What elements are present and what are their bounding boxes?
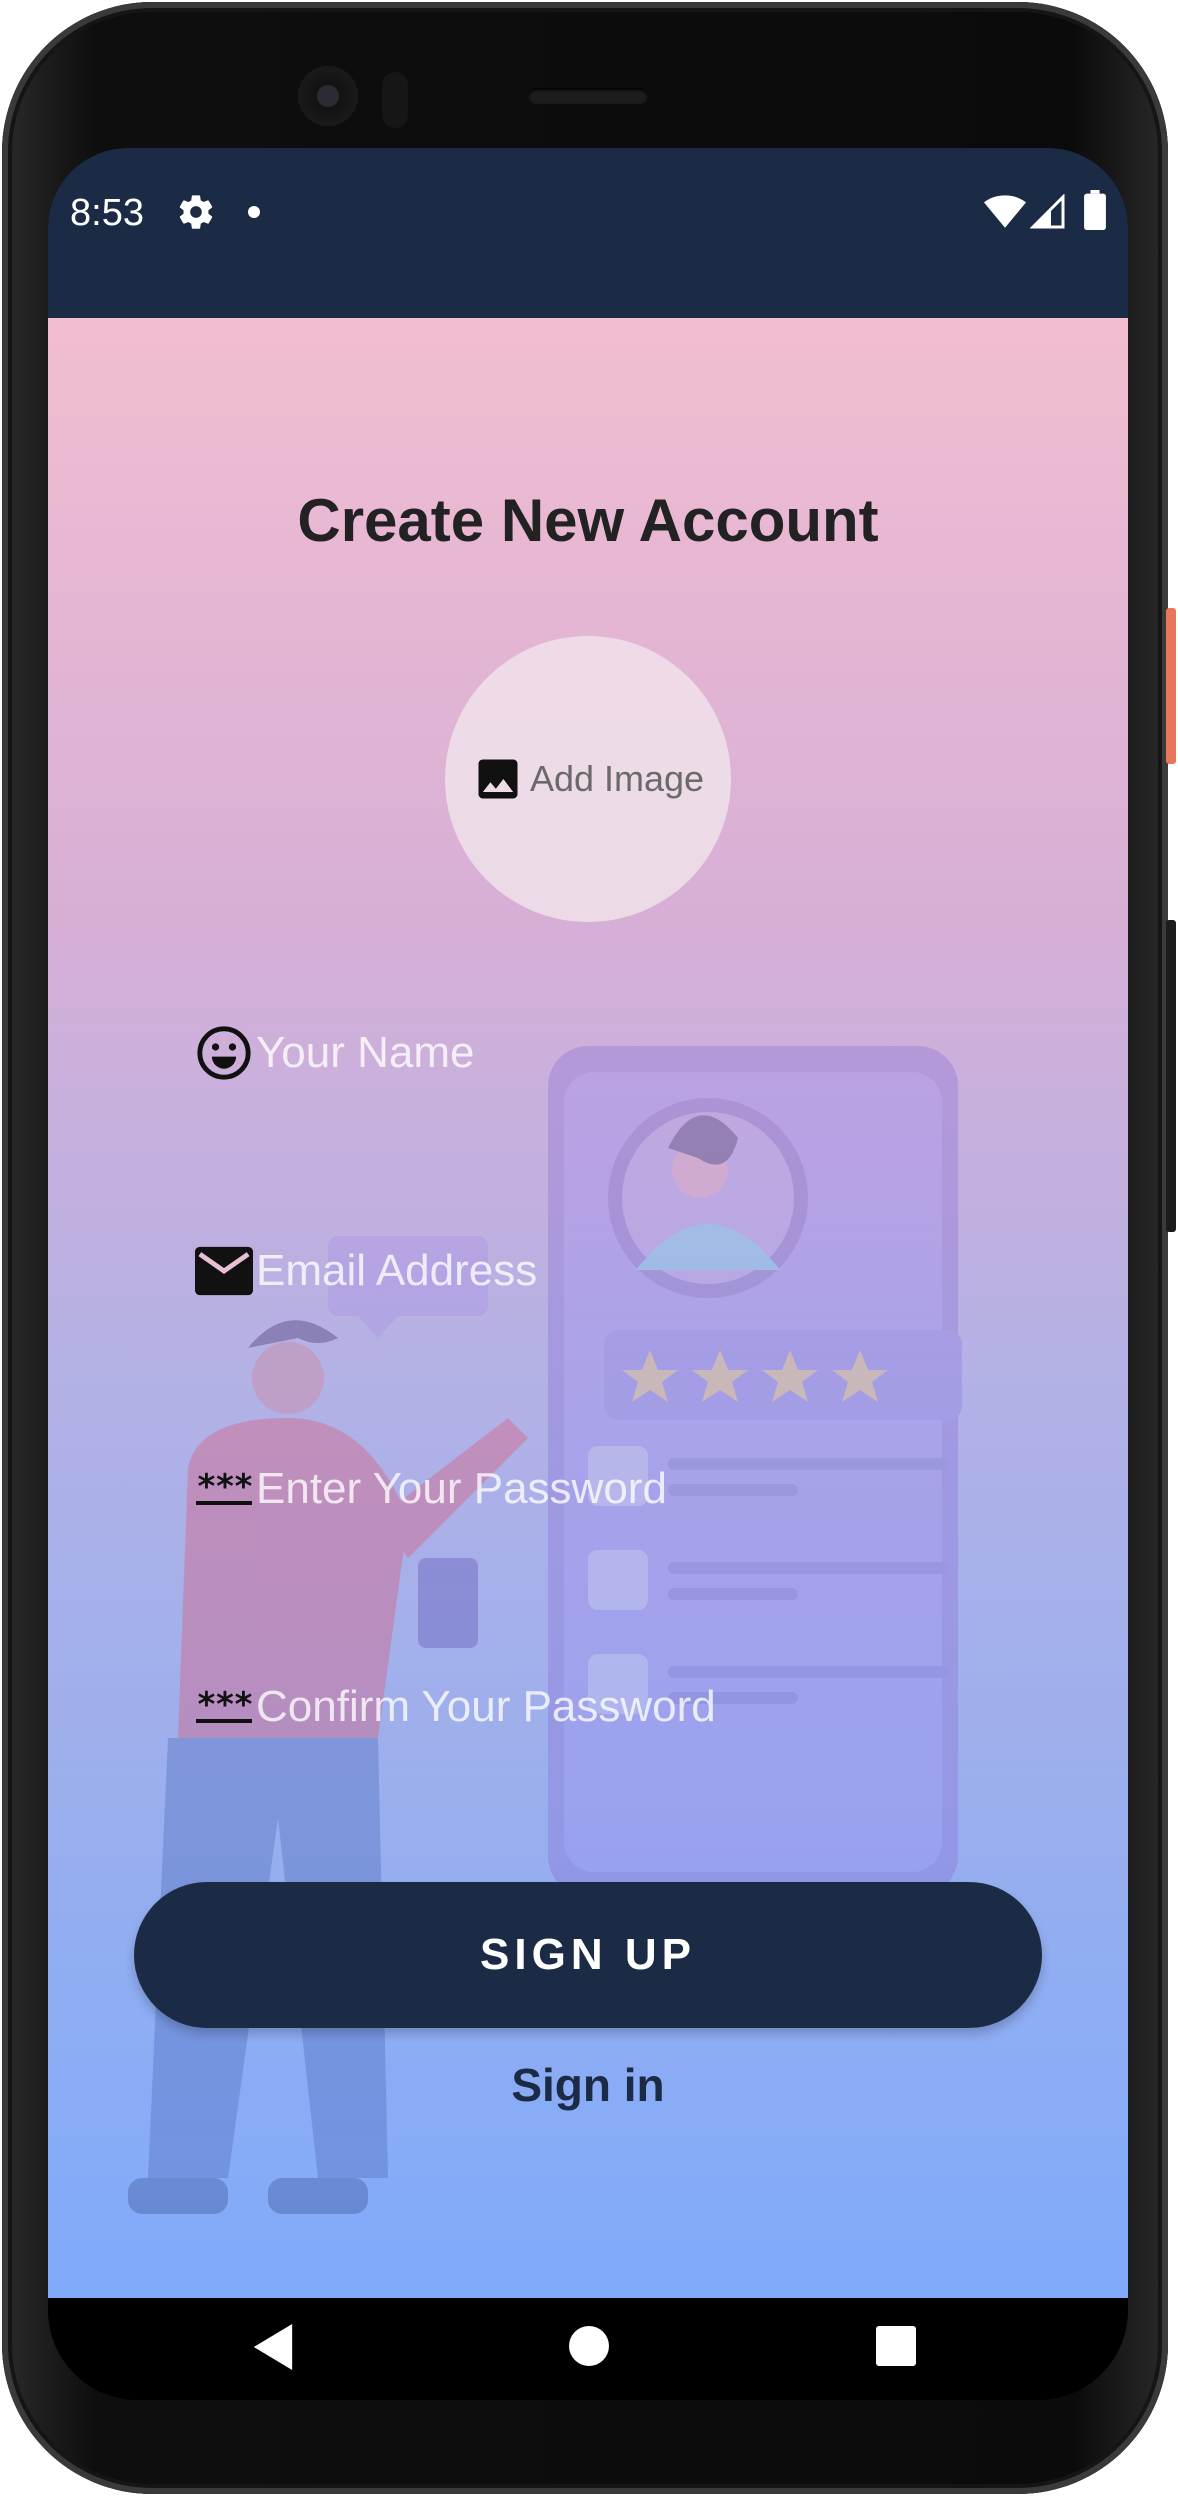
sign-up-button[interactable]: SIGN UP xyxy=(134,1882,1042,2028)
page-title: Create New Account xyxy=(297,487,879,554)
home-icon[interactable] xyxy=(569,2326,609,2366)
password-icon: *** xyxy=(194,1677,254,1737)
gear-icon xyxy=(179,195,213,229)
name-input[interactable] xyxy=(254,1028,936,1078)
add-image-button[interactable]: Add Image xyxy=(445,636,731,922)
image-icon xyxy=(478,759,518,799)
front-camera xyxy=(298,66,358,126)
confirm-password-input[interactable] xyxy=(254,1682,936,1732)
signup-screen: Create New Account Add Image Your Name E… xyxy=(48,318,1128,2298)
status-bar: 8:53 xyxy=(48,148,1128,318)
sign-in-link[interactable]: Sign in xyxy=(48,2058,1128,2112)
password-input[interactable] xyxy=(254,1464,936,1514)
status-time: 8:53 xyxy=(70,192,144,234)
phone-frame: 8:53 Create New Account Add Image Your N… xyxy=(2,2,1176,2494)
screen: 8:53 Create New Account Add Image Your N… xyxy=(48,148,1128,2400)
notification-dot-icon xyxy=(248,206,260,218)
name-field xyxy=(194,1018,954,1088)
signal-icon xyxy=(1030,194,1065,229)
email-field xyxy=(194,1236,954,1306)
confirm-password-field: *** xyxy=(194,1672,954,1742)
password-field: *** xyxy=(194,1454,954,1524)
mail-icon xyxy=(194,1241,254,1301)
password-icon-text: *** xyxy=(196,1467,254,1507)
battery-icon xyxy=(1084,190,1106,230)
back-icon[interactable] xyxy=(253,2324,293,2370)
proximity-sensor xyxy=(382,72,408,128)
earpiece-speaker xyxy=(528,88,648,104)
wifi-icon xyxy=(984,195,1026,228)
smiley-icon xyxy=(194,1023,254,1083)
volume-button xyxy=(1166,920,1176,1232)
confirm-password-icon-text: *** xyxy=(196,1685,254,1725)
add-image-label: Add Image xyxy=(529,758,705,799)
email-input[interactable] xyxy=(254,1246,936,1296)
password-icon: *** xyxy=(194,1459,254,1519)
power-button xyxy=(1166,608,1176,764)
recents-icon[interactable] xyxy=(876,2326,916,2366)
